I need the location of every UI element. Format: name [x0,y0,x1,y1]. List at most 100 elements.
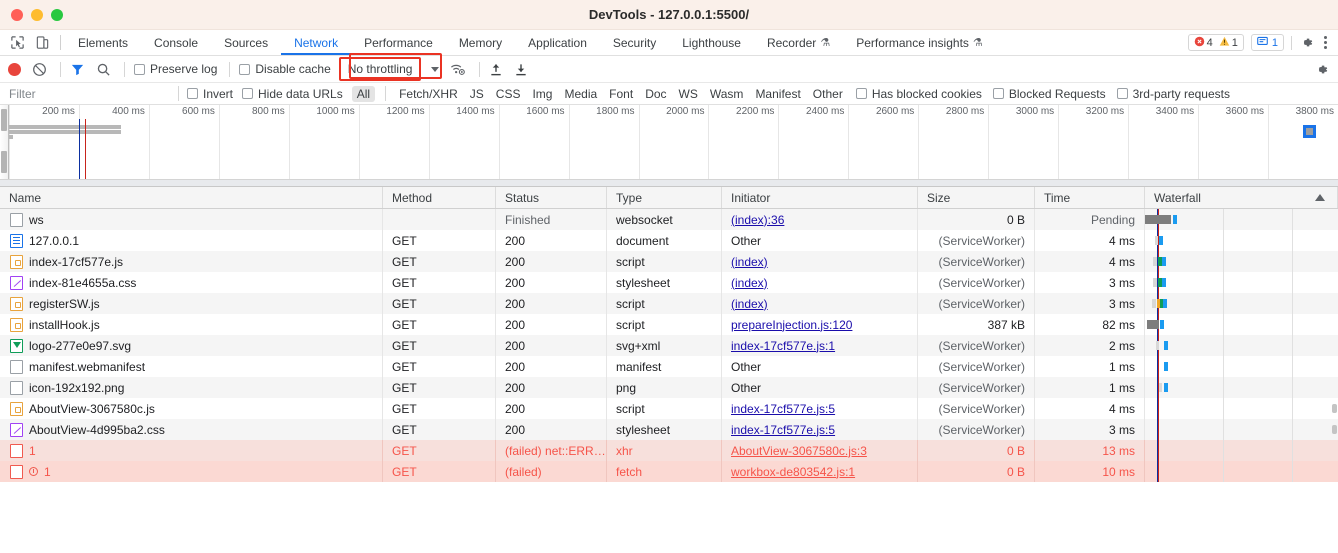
cell-initiator-text[interactable]: AboutView-3067580c.js:3 [731,444,867,458]
checkbox-box[interactable] [187,88,198,99]
tab-security[interactable]: Security [600,30,669,55]
filter-type-ws[interactable]: WS [674,86,703,102]
search-icon[interactable] [96,62,111,77]
cell-initiator-text[interactable]: (index):36 [731,213,784,227]
cell-initiator-text[interactable]: prepareInjection.js:120 [731,318,852,332]
close-window-button[interactable] [11,8,23,21]
checkbox-box[interactable] [134,63,145,75]
filter-type-js[interactable]: JS [465,86,489,102]
table-row[interactable]: ws Finished websocket (index):36 0 B Pending [0,209,1338,230]
table-row[interactable]: logo-277e0e97.svg GET 200 svg+xml index-17cf… [0,335,1338,356]
column-header-time[interactable]: Time [1035,187,1145,208]
cell-name[interactable]: logo-277e0e97.svg [0,335,383,356]
filter-type-fetch-xhr[interactable]: Fetch/XHR [394,86,463,102]
inspect-element-icon[interactable] [10,35,25,50]
hide-data-urls-checkbox[interactable]: Hide data URLs [242,87,343,101]
warning-counter[interactable]: 1 [1219,36,1238,50]
table-row[interactable]: index-17cf577e.js GET 200 script (index) (Ser… [0,251,1338,272]
has-blocked-cookies-checkbox[interactable]: Has blocked cookies [855,87,982,101]
column-header-type[interactable]: Type [607,187,722,208]
table-row[interactable]: AboutView-4d995ba2.css GET 200 stylesheet in… [0,419,1338,440]
column-header-name[interactable]: Name [0,187,383,208]
export-har-icon[interactable] [514,62,528,77]
cell-name[interactable]: 1 [0,440,383,461]
preserve-log-checkbox[interactable]: Preserve log [134,62,217,76]
tab-performance[interactable]: Performance [351,30,446,55]
tab-lighthouse[interactable]: Lighthouse [669,30,754,55]
filter-icon[interactable] [70,62,85,77]
filter-type-other[interactable]: Other [808,86,848,102]
table-row[interactable]: 1 GET (failed) net::ERR… xhr AboutView-30675… [0,440,1338,461]
tab-application[interactable]: Application [515,30,600,55]
cell-name[interactable]: index-81e4655a.css [0,272,383,293]
checkbox-box[interactable] [855,88,867,99]
tab-performance-insights[interactable]: Performance insights ⚗ [843,30,996,55]
network-settings-gear-icon[interactable] [1314,62,1329,77]
cell-name[interactable]: AboutView-3067580c.js [0,398,383,419]
chevron-down-icon[interactable] [431,66,440,72]
table-row[interactable]: AboutView-3067580c.js GET 200 script index-1… [0,398,1338,419]
device-toolbar-icon[interactable] [35,35,50,50]
table-row[interactable]: registerSW.js GET 200 script (index) (Service… [0,293,1338,314]
cell-initiator-text[interactable]: (index) [731,276,768,290]
cell-name[interactable]: manifest.webmanifest [0,356,383,377]
cell-name[interactable]: icon-192x192.png [0,377,383,398]
filter-type-css[interactable]: CSS [491,86,526,102]
table-row[interactable]: 1 GET (failed) fetch workbox-de803542.js:1 0 … [0,461,1338,482]
network-overview-timeline[interactable]: 200 ms 400 ms 600 ms 800 ms 1000 ms 1200 ms 14… [0,105,1338,187]
record-button[interactable] [8,62,21,76]
table-row[interactable]: icon-192x192.png GET 200 png Other (ServiceWo… [0,377,1338,398]
checkbox-box[interactable] [239,63,251,75]
filter-type-img[interactable]: Img [527,86,557,102]
cell-initiator-text[interactable]: index-17cf577e.js:5 [731,402,835,416]
cell-name[interactable]: index-17cf577e.js [0,251,383,272]
cell-name[interactable]: AboutView-4d995ba2.css [0,419,383,440]
import-har-icon[interactable] [489,62,503,77]
column-header-status[interactable]: Status [496,187,607,208]
cell-initiator-text[interactable]: (index) [731,255,768,269]
filter-type-manifest[interactable]: Manifest [750,86,805,102]
cell-name[interactable]: 127.0.0.1 [0,230,383,251]
tab-memory[interactable]: Memory [446,30,515,55]
cell-initiator-text[interactable]: index-17cf577e.js:5 [731,423,835,437]
tab-console[interactable]: Console [141,30,211,55]
checkbox-box[interactable] [992,88,1004,99]
column-header-initiator[interactable]: Initiator [722,187,918,208]
throttling-dropdown[interactable]: No throttling [338,57,422,81]
disable-cache-checkbox[interactable]: Disable cache [239,62,331,76]
table-row[interactable]: index-81e4655a.css GET 200 stylesheet (index… [0,272,1338,293]
error-counter[interactable]: 4 [1194,36,1213,50]
tab-sources[interactable]: Sources [211,30,281,55]
column-header-size[interactable]: Size [918,187,1035,208]
cell-initiator-text[interactable]: (index) [731,297,768,311]
blocked-requests-checkbox[interactable]: Blocked Requests [992,87,1106,101]
overview-resize-handle[interactable] [0,105,9,186]
filter-input[interactable] [0,86,170,101]
kebab-menu-icon[interactable] [1321,36,1330,49]
filter-type-doc[interactable]: Doc [640,86,671,102]
invert-checkbox[interactable]: Invert [187,87,233,101]
filter-type-media[interactable]: Media [559,86,602,102]
cell-name[interactable]: registerSW.js [0,293,383,314]
network-conditions-icon[interactable] [450,62,466,77]
gear-icon[interactable] [1299,35,1314,50]
cell-name[interactable]: installHook.js [0,314,383,335]
cell-initiator-text[interactable]: workbox-de803542.js:1 [731,465,855,479]
column-header-method[interactable]: Method [383,187,496,208]
cell-initiator-text[interactable]: index-17cf577e.js:1 [731,339,835,353]
clear-icon[interactable] [32,62,47,77]
third-party-requests-checkbox[interactable]: 3rd-party requests [1116,87,1230,101]
tab-network[interactable]: Network [281,30,352,55]
table-row[interactable]: manifest.webmanifest GET 200 manifest Other (… [0,356,1338,377]
maximize-window-button[interactable] [51,8,63,21]
tab-recorder[interactable]: Recorder ⚗ [754,30,843,55]
window-controls[interactable] [0,8,63,21]
checkbox-box[interactable] [242,88,254,99]
column-header-waterfall[interactable]: Waterfall [1145,187,1338,208]
filter-type-wasm[interactable]: Wasm [705,86,749,102]
tab-elements[interactable]: Elements [65,30,141,55]
filter-type-font[interactable]: Font [604,86,638,102]
checkbox-box[interactable] [1116,88,1128,99]
message-counter[interactable]: 1 [1250,34,1284,51]
sort-ascending-icon[interactable] [1315,194,1325,201]
